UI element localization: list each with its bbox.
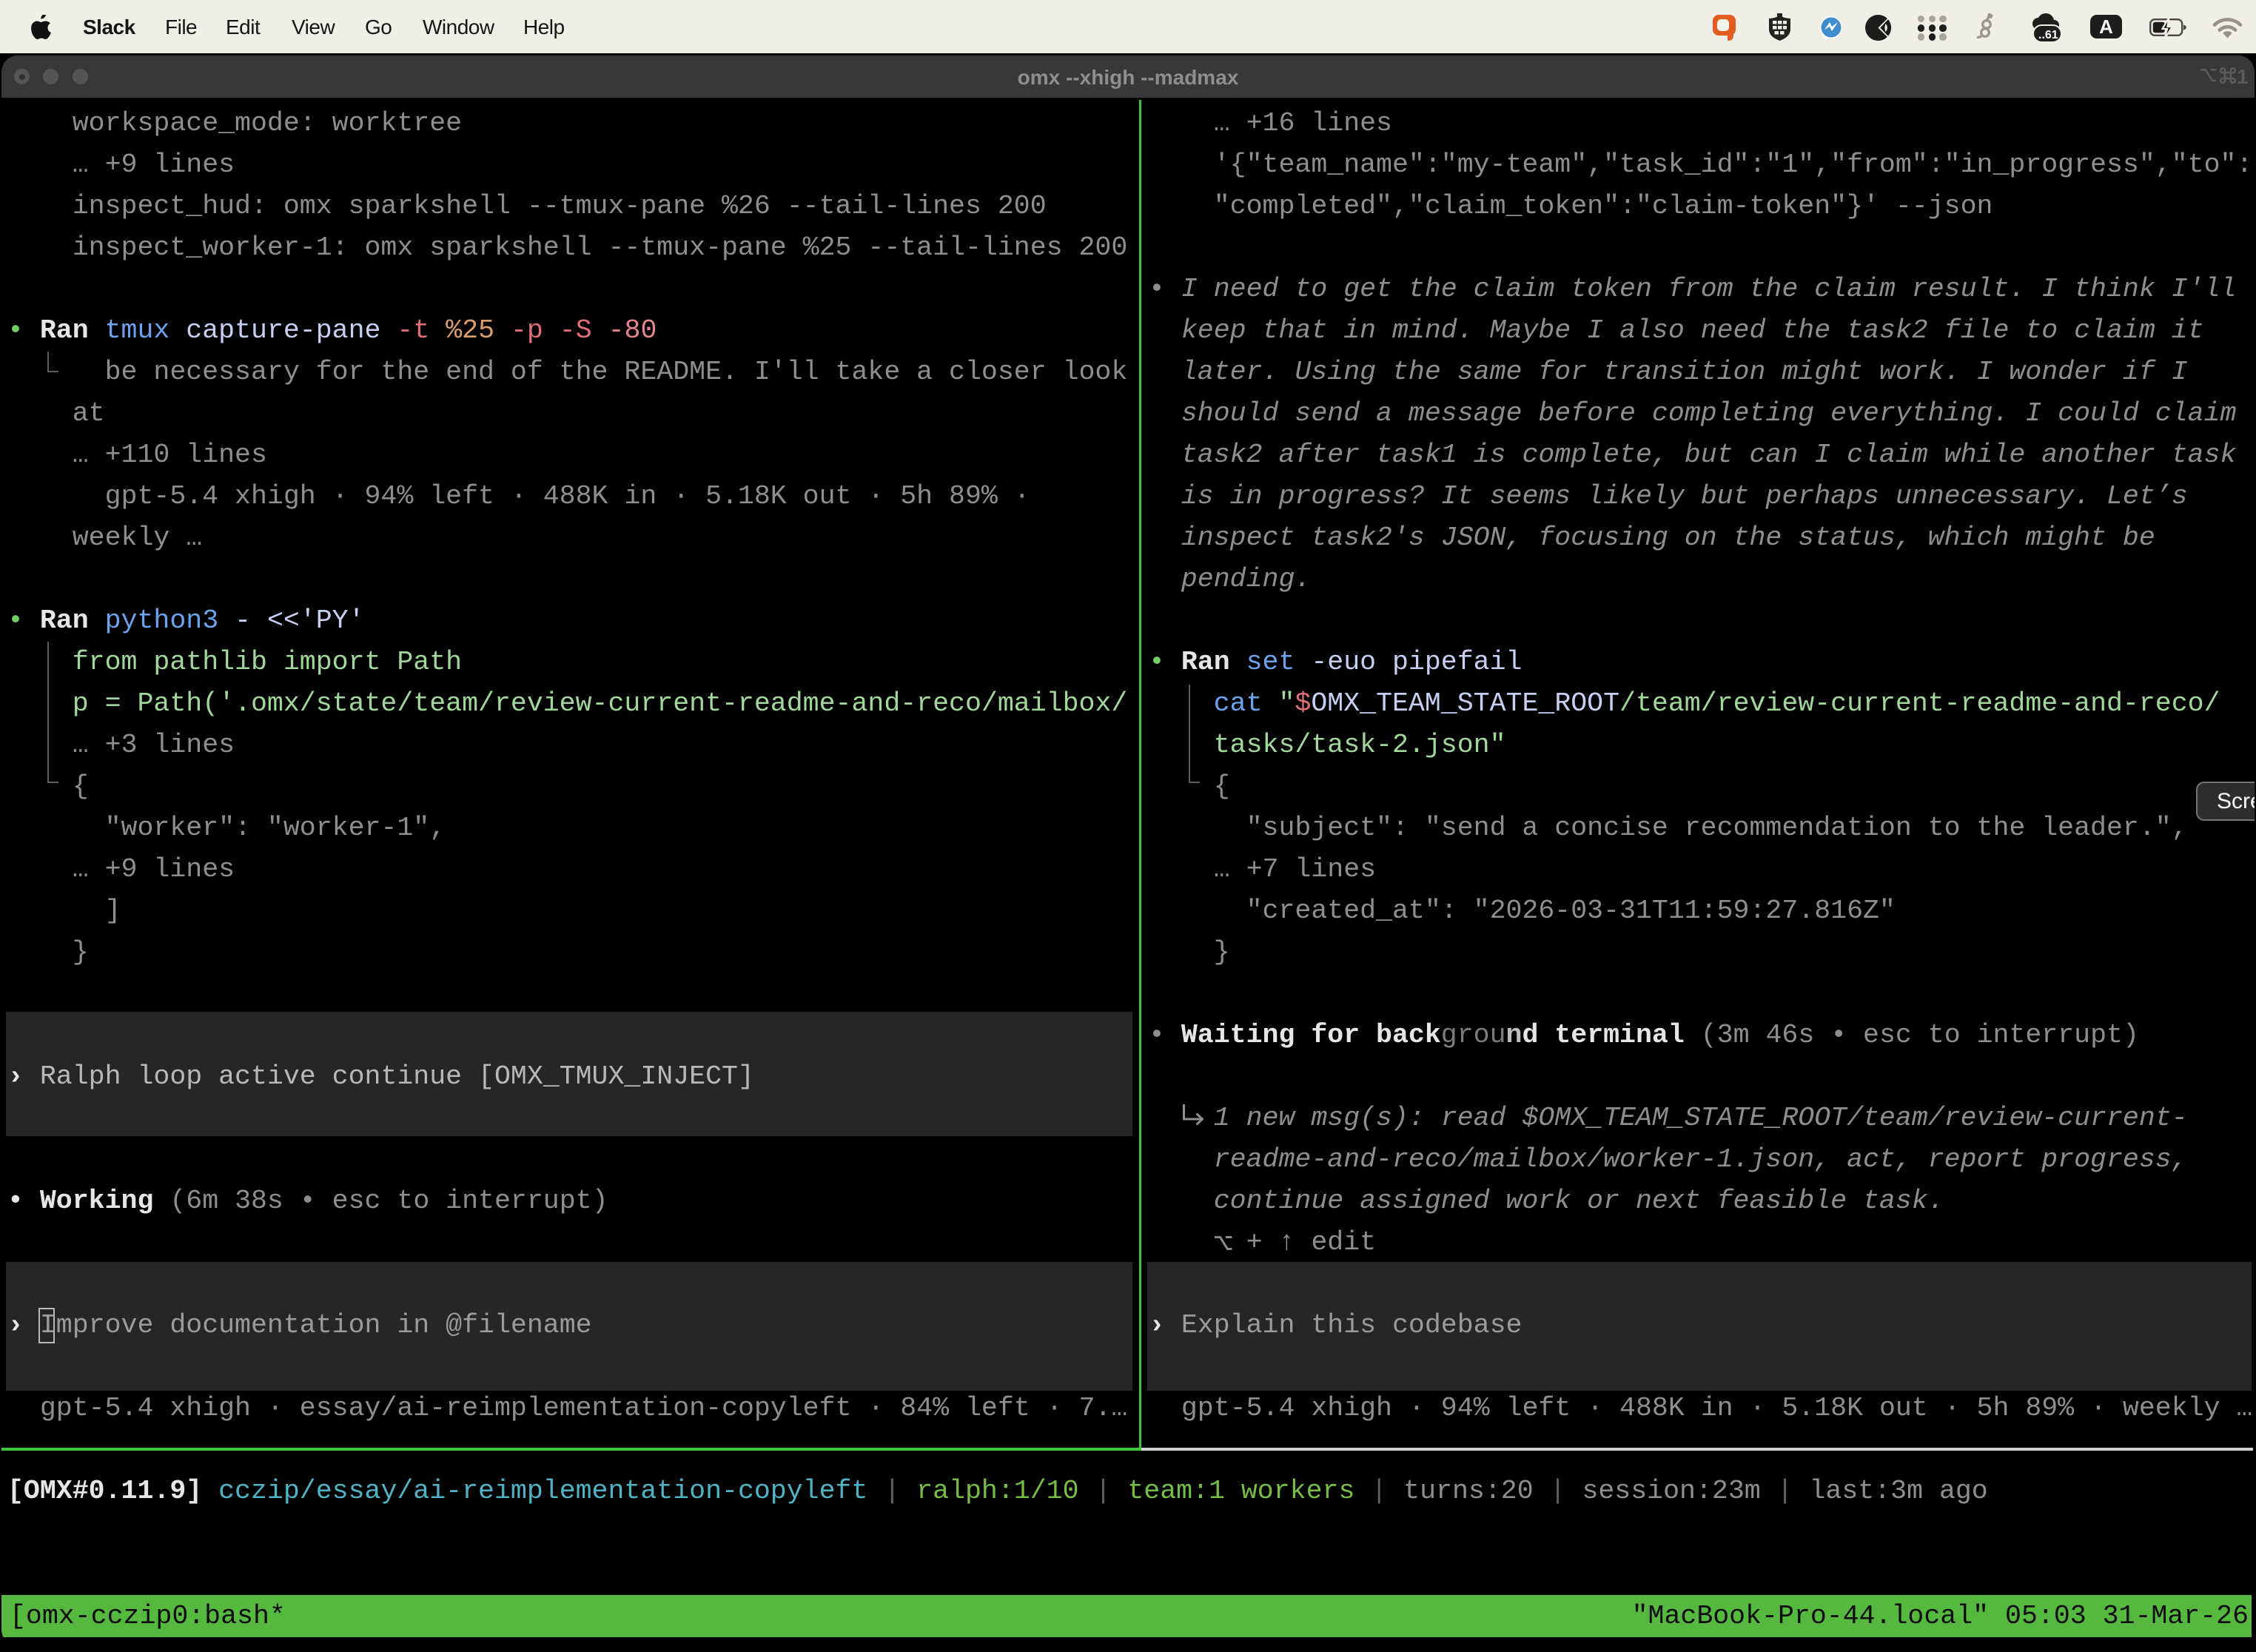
svg-text:..61: ..61 [2038, 29, 2058, 41]
